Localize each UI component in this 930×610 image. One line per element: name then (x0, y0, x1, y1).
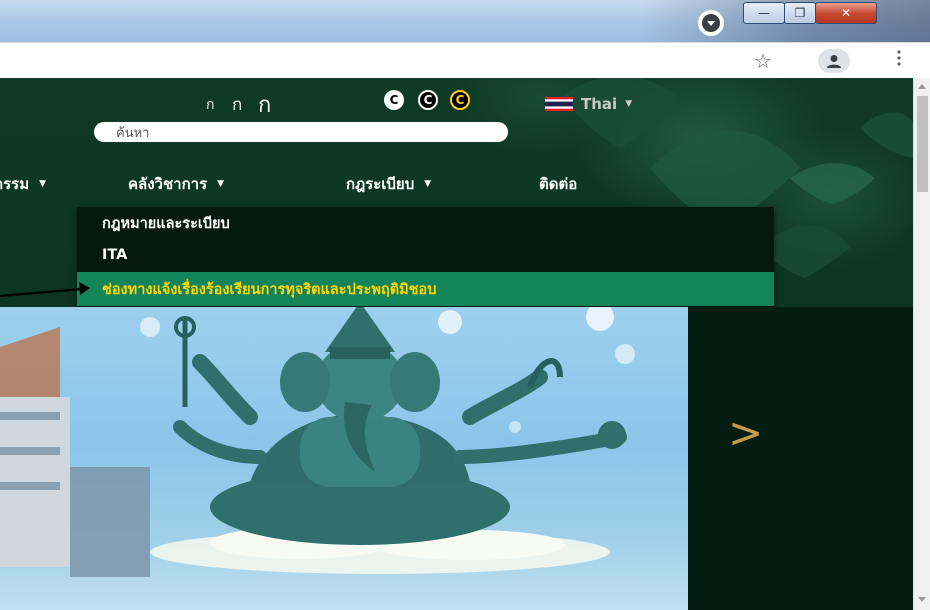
scrollbar-thumb[interactable] (917, 96, 928, 192)
scroll-up-icon[interactable] (918, 84, 926, 89)
annotation-arrow (0, 282, 90, 298)
vertical-scrollbar[interactable] (913, 78, 930, 610)
scroll-down-icon[interactable] (918, 597, 926, 602)
